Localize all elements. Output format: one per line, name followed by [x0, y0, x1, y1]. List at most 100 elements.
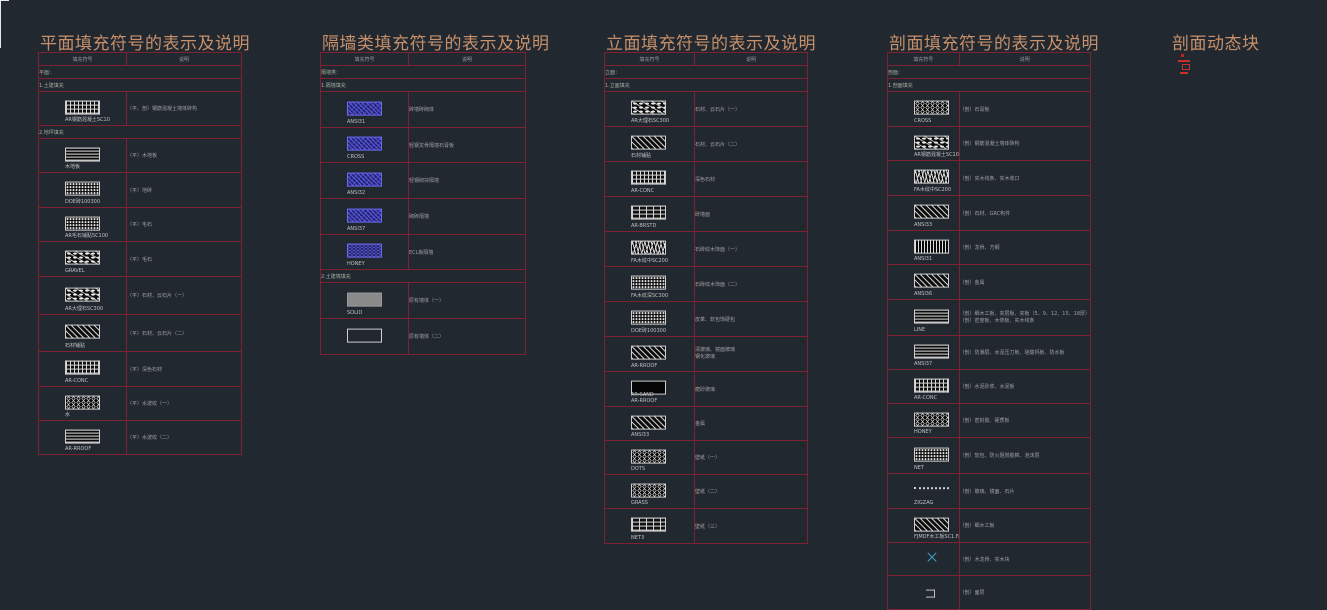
table-row[interactable]: SOLID 原有墙体（一） [320, 282, 526, 319]
hatch-swatch[interactable] [65, 147, 100, 162]
hatch-symbol-cell[interactable]: SOLID [320, 282, 409, 319]
hatch-symbol-cell[interactable]: ANSI37 [887, 335, 960, 370]
hatch-symbol-cell[interactable]: AR-SAND AR-RROOF [604, 371, 695, 407]
table-row[interactable]: 石材铺贴 （平）石材、云石片（二） [38, 314, 242, 352]
hatch-swatch[interactable] [65, 324, 100, 339]
hatch-symbol-cell[interactable]: CROSS [887, 91, 960, 127]
table-row[interactable]: 木地板 （平）木地板 [38, 138, 242, 173]
hatch-symbol-cell[interactable]: AR毛石铺贴SC100 [38, 207, 127, 242]
table-row[interactable]: ANSI33 （剖）石材、GRC构件 [887, 195, 1092, 231]
hatch-swatch[interactable] [347, 136, 382, 151]
hatch-swatch[interactable] [631, 205, 666, 220]
hatch-swatch[interactable] [347, 328, 382, 343]
hatch-symbol-cell[interactable]: HONEY [887, 403, 960, 438]
hatch-symbol-cell[interactable]: AR-CONC [38, 351, 127, 387]
hatch-symbol-cell[interactable]: AR-RROOF [38, 420, 127, 455]
hatch-swatch[interactable] [65, 360, 100, 375]
hatch-symbol-cell[interactable]: ZIGZAG [887, 473, 960, 509]
table-row[interactable]: （剖）木龙骨、实木块 [887, 542, 1092, 576]
hatch-symbol-cell[interactable]: DOE砖100300 [604, 301, 695, 337]
hatch-swatch[interactable] [914, 378, 949, 393]
hatch-symbol-cell[interactable]: 石材铺贴 [38, 314, 127, 352]
hatch-swatch[interactable] [631, 517, 666, 532]
hatch-symbol-cell[interactable]: AR-CONC [604, 161, 695, 197]
hatch-swatch[interactable] [65, 100, 100, 115]
table-row[interactable]: AR钢筋混凝土SC10 （平、剖）钢筋混凝土墙体砖构 [38, 91, 242, 126]
table-row[interactable]: AR大理石SC300 石材、云石片（一） [604, 91, 808, 127]
hatch-symbol-cell[interactable]: NET [887, 437, 960, 474]
hatch-symbol-cell[interactable]: ANSI36 [887, 264, 960, 300]
table-row[interactable]: FJMDF木工板SC1.FAT（剖）细木工板 [887, 508, 1092, 543]
table-row[interactable]: GRASS 壁纸（二） [604, 474, 808, 509]
hatch-swatch[interactable] [914, 169, 949, 184]
hatch-symbol-cell[interactable]: ANSI32 [320, 162, 409, 199]
hatch-swatch[interactable] [914, 204, 949, 219]
table-row[interactable]: AR-RROOF 清玻璃、镜面玻璃 钢化玻璃 [604, 336, 808, 372]
hatch-swatch[interactable] [914, 273, 949, 288]
table-row[interactable]: AR-BRSTD 砖墙面 [604, 196, 808, 232]
hatch-symbol-cell[interactable]: AR-BRSTD [604, 196, 695, 232]
table-row[interactable]: 水 （平）水波纹（一） [38, 386, 242, 421]
hatch-swatch[interactable] [914, 486, 949, 489]
hatch-symbol-cell[interactable]: DOTS [604, 440, 695, 475]
hatch-swatch[interactable] [914, 517, 949, 532]
table-row[interactable]: 石材铺贴 石材、云石片（二） [604, 126, 808, 162]
table-row[interactable]: AR毛石铺贴SC100 （平）毛石 [38, 207, 242, 242]
table-row[interactable]: AR-CONC （剖）水泥砂浆、水泥板 [887, 369, 1092, 404]
hatch-symbol-cell[interactable]: AR-RROOF [604, 336, 695, 372]
hatch-swatch[interactable] [65, 395, 100, 410]
table-row[interactable]: 原有墙体（二） [320, 318, 526, 355]
hatch-symbol-cell[interactable]: AR大理石SC300 [604, 91, 695, 127]
hatch-swatch[interactable] [914, 135, 949, 150]
table-row[interactable]: NET （剖）软包、防火阻燃胶棉、泡沫层 [887, 437, 1092, 474]
hatch-swatch[interactable] [65, 287, 100, 302]
hatch-swatch[interactable] [631, 483, 666, 498]
table-row[interactable]: ANSI36 （剖）金属 [887, 264, 1092, 300]
table-row[interactable]: AR-RROOF （平）水波纹（二） [38, 420, 242, 455]
hatch-symbol-cell[interactable]: ANSI33 [604, 406, 695, 441]
table-row[interactable]: DOE砖100300 皮革、软包饰硬包 [604, 301, 808, 337]
hatch-symbol-cell[interactable]: ANSI33 [887, 195, 960, 231]
hatch-swatch[interactable] [65, 181, 100, 196]
hatch-swatch[interactable] [631, 415, 666, 430]
hatch-symbol-cell[interactable]: AR钢筋混凝土SC10 [887, 126, 960, 161]
table-row[interactable]: AR钢筋混凝土SC10 （剖）钢筋混凝土墙体砖构 [887, 126, 1092, 161]
hatch-swatch[interactable] [631, 345, 666, 360]
table-row[interactable]: NET3 壁纸（三） [604, 508, 808, 544]
hatch-symbol-cell[interactable]: GRAVEL [38, 241, 127, 277]
table-row[interactable]: FA木纹中SC200 （剖）实木线条、实木收口 [887, 160, 1092, 196]
table-row[interactable]: DOE砖100300 （平）地砖 [38, 172, 242, 208]
hatch-symbol-cell[interactable]: HONEY [320, 234, 409, 270]
hatch-swatch[interactable] [914, 239, 949, 254]
table-row[interactable]: HONEY （剖）密封胶、硬质板 [887, 403, 1092, 438]
hatch-swatch[interactable] [631, 275, 666, 290]
hatch-swatch[interactable] [914, 447, 949, 462]
hatch-symbol-cell[interactable] [887, 575, 960, 610]
hatch-swatch[interactable] [65, 429, 100, 444]
hatch-swatch[interactable] [914, 412, 949, 427]
section-dynamic-block[interactable] [1178, 54, 1190, 80]
hatch-swatch[interactable] [914, 584, 949, 598]
hatch-swatch[interactable] [347, 243, 382, 258]
hatch-swatch[interactable] [347, 101, 382, 116]
hatch-swatch[interactable] [631, 449, 666, 464]
hatch-swatch[interactable] [914, 551, 949, 565]
table-row[interactable]: CROSS （剖）石膏板 [887, 91, 1092, 127]
hatch-swatch[interactable] [631, 135, 666, 150]
hatch-swatch[interactable] [631, 310, 666, 325]
hatch-swatch[interactable] [65, 250, 100, 265]
hatch-swatch[interactable] [631, 170, 666, 185]
hatch-swatch[interactable] [347, 292, 382, 307]
table-row[interactable]: GRAVEL （平）毛石 [38, 241, 242, 277]
hatch-symbol-cell[interactable] [320, 318, 409, 355]
hatch-symbol-cell[interactable]: AR钢筋混凝土SC10 [38, 91, 127, 126]
hatch-symbol-cell[interactable]: FJMDF木工板SC1.FAT [887, 508, 960, 543]
hatch-swatch[interactable] [347, 208, 382, 223]
hatch-swatch[interactable] [631, 100, 666, 115]
table-row[interactable]: FA木纹中SC200 石砖纹木饰面（一） [604, 231, 808, 267]
hatch-symbol-cell[interactable]: AR-CONC [887, 369, 960, 404]
hatch-symbol-cell[interactable]: NET3 [604, 508, 695, 544]
hatch-swatch[interactable] [914, 344, 949, 359]
table-row[interactable]: AR-CONC （平）深色石材 [38, 351, 242, 387]
hatch-swatch[interactable] [65, 216, 100, 231]
